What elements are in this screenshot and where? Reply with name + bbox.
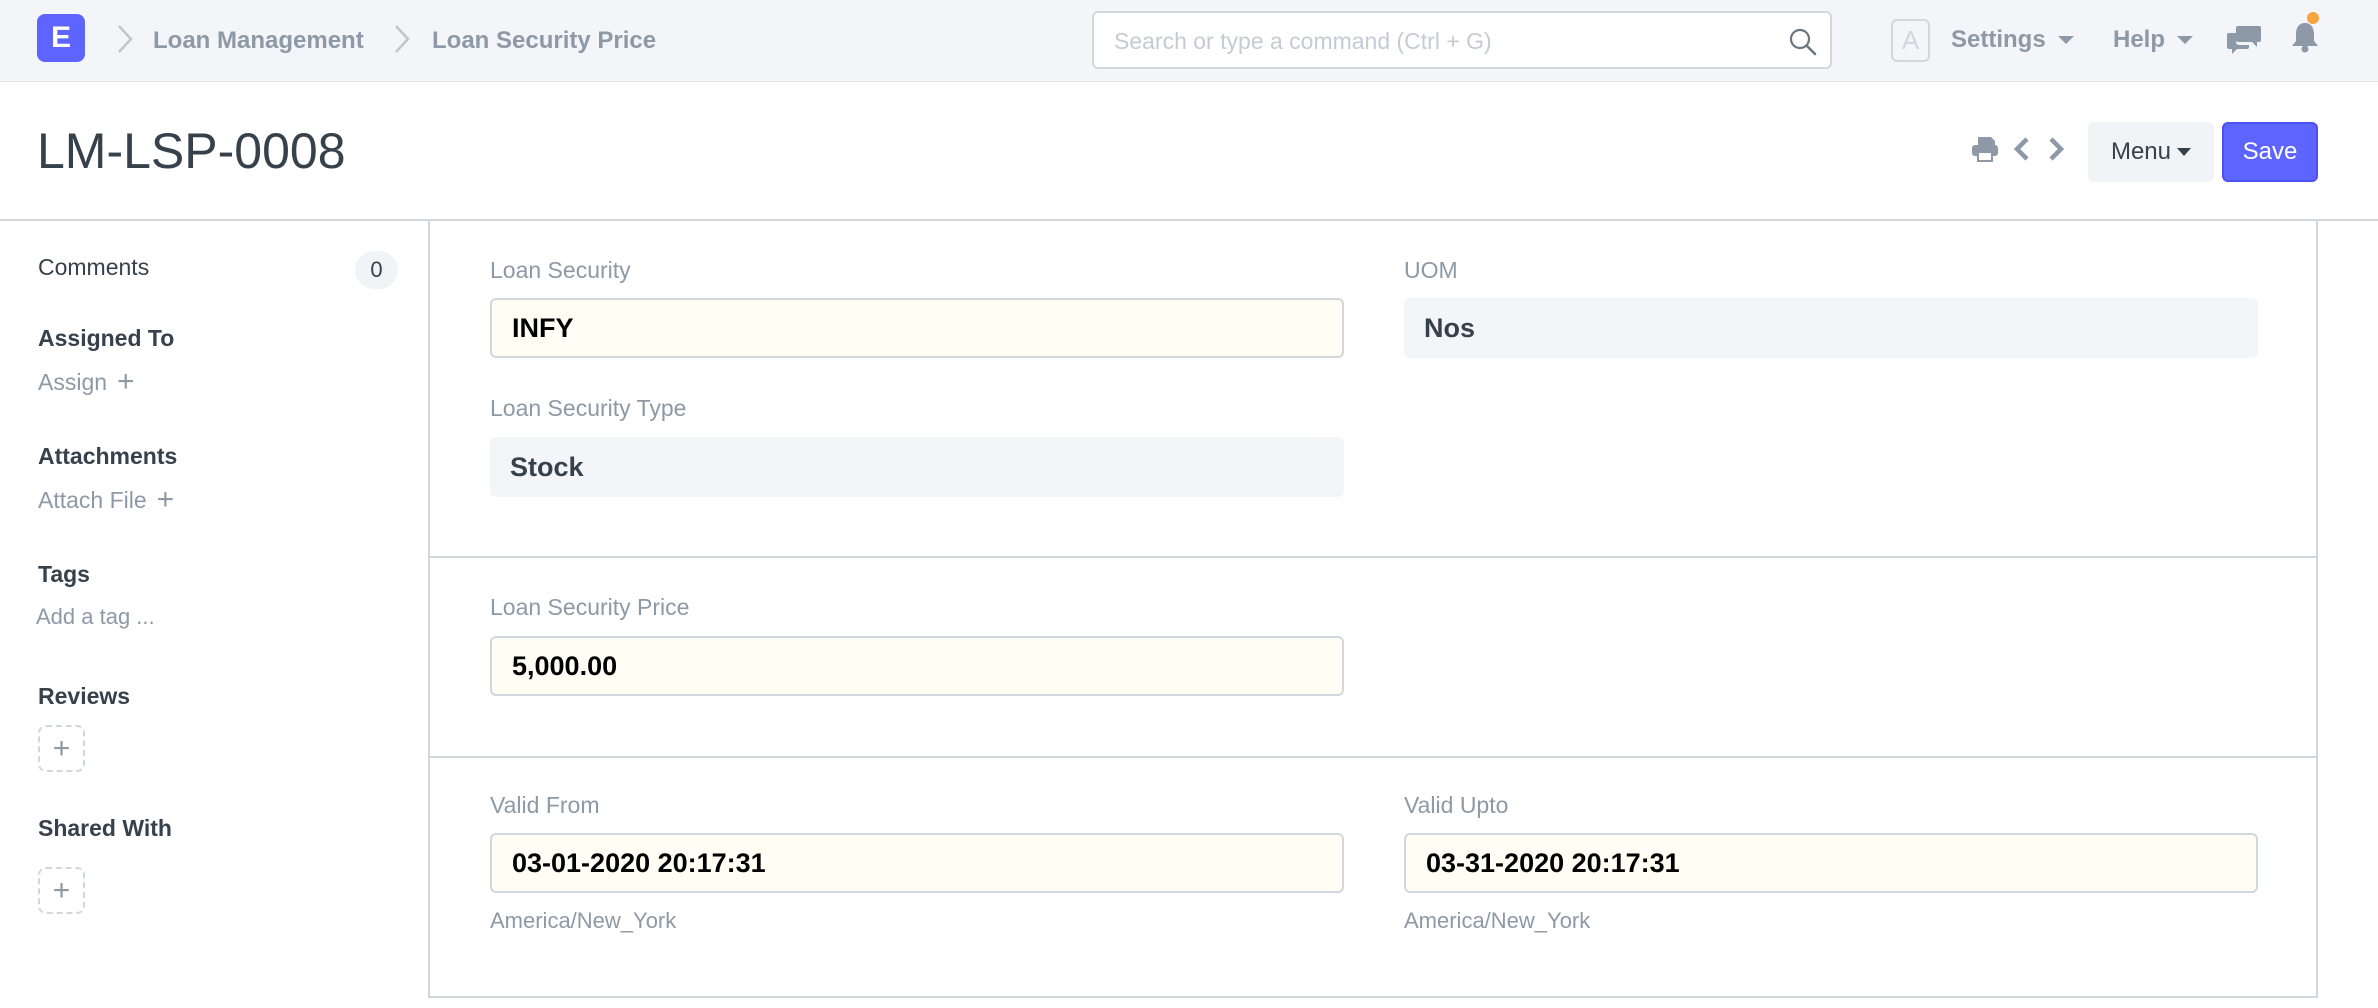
form-body: Loan Security INFY UOM Nos Loan Security…: [428, 221, 2318, 998]
comments-count-badge: 0: [355, 251, 398, 289]
breadcrumb-loan-security-price[interactable]: Loan Security Price: [432, 27, 656, 55]
search-input[interactable]: [1114, 23, 1774, 59]
app-logo[interactable]: E: [37, 14, 85, 62]
chat-icon[interactable]: [2227, 24, 2261, 54]
attach-file-label: Attach File: [38, 486, 147, 513]
previous-doc-icon[interactable]: [2008, 134, 2038, 164]
section-loan-security: Loan Security INFY UOM Nos Loan Security…: [430, 221, 2316, 558]
valid-upto-timezone: America/New_York: [1404, 908, 1591, 933]
search-icon[interactable]: [1788, 27, 1818, 57]
settings-label: Settings: [1951, 26, 2046, 53]
caret-down-icon: [2177, 36, 2194, 44]
add-share-button[interactable]: +: [38, 867, 85, 914]
page-head: LM-LSP-0008 Menu Save: [0, 82, 2378, 221]
section-validity: Valid From 03-01-2020 20:17:31 America/N…: [430, 758, 2316, 996]
chevron-right-icon: [118, 25, 133, 53]
comments-label[interactable]: Comments: [38, 254, 149, 281]
caret-down-icon: [2057, 36, 2074, 44]
loan-security-label: Loan Security: [490, 257, 631, 283]
valid-upto-label: Valid Upto: [1404, 792, 1509, 818]
bell-icon[interactable]: [2290, 20, 2320, 54]
notification-indicator: [2307, 12, 2319, 24]
loan-security-type-label: Loan Security Type: [490, 395, 687, 421]
next-doc-icon[interactable]: [2040, 134, 2070, 164]
assign-link[interactable]: Assign +: [38, 367, 135, 397]
attach-file-link[interactable]: Attach File +: [38, 485, 174, 515]
add-review-button[interactable]: +: [38, 725, 85, 772]
shared-with-heading: Shared With: [38, 815, 172, 841]
valid-from-label: Valid From: [490, 792, 600, 818]
uom-value: Nos: [1404, 298, 2258, 358]
caret-down-icon: [2177, 148, 2192, 156]
chevron-right-icon: [395, 25, 410, 53]
search-bar: [1092, 11, 1832, 69]
plus-icon: +: [117, 365, 135, 398]
add-tag-link[interactable]: Add a tag ...: [36, 604, 155, 630]
help-label: Help: [2113, 26, 2166, 53]
user-avatar[interactable]: A: [1891, 19, 1930, 62]
valid-from-field[interactable]: 03-01-2020 20:17:31: [490, 833, 1344, 893]
tags-heading: Tags: [38, 561, 90, 587]
loan-security-price-label: Loan Security Price: [490, 594, 690, 620]
plus-icon: +: [156, 483, 175, 516]
navbar: E Loan Management Loan Security Price A …: [0, 0, 2378, 82]
valid-upto-field[interactable]: 03-31-2020 20:17:31: [1404, 833, 2258, 893]
loan-security-field[interactable]: INFY: [490, 298, 1344, 358]
page-title: LM-LSP-0008: [37, 123, 346, 179]
help-dropdown[interactable]: Help: [2113, 26, 2194, 54]
menu-label: Menu: [2110, 138, 2172, 165]
reviews-heading: Reviews: [38, 683, 131, 709]
breadcrumb-loan-management[interactable]: Loan Management: [153, 27, 364, 55]
assigned-to-heading: Assigned To: [38, 325, 175, 351]
loan-security-price-field[interactable]: 5,000.00: [490, 636, 1344, 696]
loan-security-type-value: Stock: [490, 437, 1344, 497]
save-button[interactable]: Save: [2222, 122, 2318, 182]
form-sidebar: Comments 0 Assigned To Assign + Attachme…: [0, 221, 428, 1008]
uom-label: UOM: [1404, 257, 1458, 283]
print-icon[interactable]: [1970, 134, 2000, 164]
menu-button[interactable]: Menu: [2088, 122, 2214, 182]
plus-icon: +: [52, 731, 71, 765]
settings-dropdown[interactable]: Settings: [1951, 26, 2074, 54]
section-price: Loan Security Price 5,000.00: [430, 558, 2316, 758]
valid-from-timezone: America/New_York: [490, 908, 677, 933]
assign-label: Assign: [38, 368, 108, 395]
plus-icon: +: [52, 873, 71, 907]
attachments-heading: Attachments: [38, 443, 178, 469]
